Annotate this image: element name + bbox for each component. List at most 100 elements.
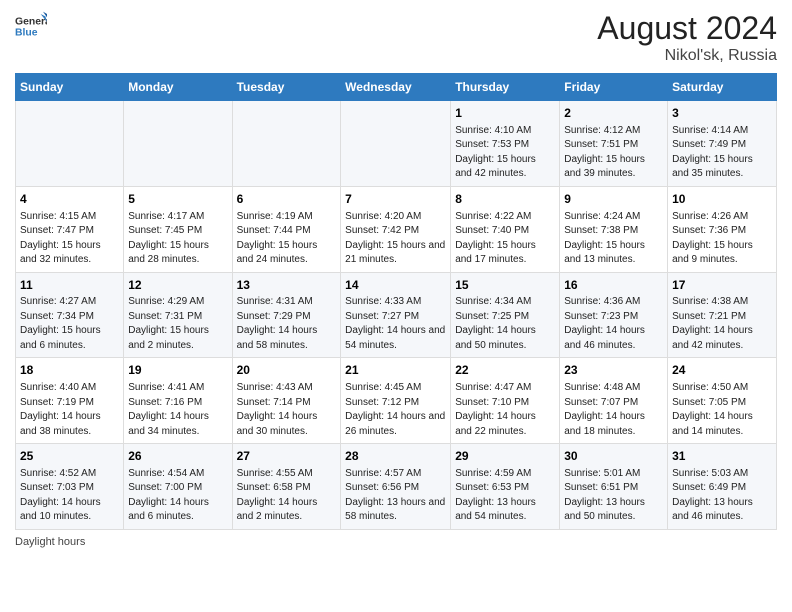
day-number: 12: [128, 277, 227, 294]
day-cell: 15Sunrise: 4:34 AM Sunset: 7:25 PM Dayli…: [451, 272, 560, 358]
day-info: Sunrise: 4:10 AM Sunset: 7:53 PM Dayligh…: [455, 124, 555, 182]
day-info: Sunrise: 4:36 AM Sunset: 7:23 PM Dayligh…: [564, 295, 663, 353]
day-cell: 31Sunrise: 5:03 AM Sunset: 6:49 PM Dayli…: [668, 444, 777, 530]
day-cell: 8 Sunrise: 4:22 AM Sunset: 7:40 PM Daylig…: [451, 186, 560, 272]
day-number: 15: [455, 277, 555, 294]
calendar-table: SundayMondayTuesdayWednesdayThursdayFrid…: [15, 73, 777, 530]
day-info: Sunrise: 4:40 AM Sunset: 7:19 PM Dayligh…: [20, 381, 119, 439]
day-cell: 24 Sunrise: 4:50 AM Sunset: 7:05 PM Dayli…: [668, 358, 777, 444]
day-number: 3: [672, 105, 772, 122]
day-cell: 23 Sunrise: 4:48 AM Sunset: 7:07 PM Dayli…: [560, 358, 668, 444]
day-number: 5: [128, 191, 227, 208]
day-number: 21: [345, 362, 446, 379]
header-day-thursday: Thursday: [451, 74, 560, 101]
day-cell: 5 Sunrise: 4:17 AM Sunset: 7:45 PM Daylig…: [124, 186, 232, 272]
day-number: 16: [564, 277, 663, 294]
day-number: 27: [237, 448, 337, 465]
header-row: SundayMondayTuesdayWednesdayThursdayFrid…: [16, 74, 777, 101]
day-cell: 2Sunrise: 4:12 AM Sunset: 7:51 PM Daylig…: [560, 101, 668, 187]
header-day-sunday: Sunday: [16, 74, 124, 101]
day-info: Sunrise: 4:19 AM Sunset: 7:44 PM Dayligh…: [237, 210, 337, 268]
day-info: Sunrise: 4:48 AM Sunset: 7:07 PM Dayligh…: [564, 381, 663, 439]
day-number: 8: [455, 191, 555, 208]
day-info: Sunrise: 4:55 AM Sunset: 6:58 PM Dayligh…: [237, 467, 337, 525]
day-cell: 18 Sunrise: 4:40 AM Sunset: 7:19 PM Dayli…: [16, 358, 124, 444]
day-info: Sunrise: 4:17 AM Sunset: 7:45 PM Dayligh…: [128, 210, 227, 268]
day-cell: 6 Sunrise: 4:19 AM Sunset: 7:44 PM Daylig…: [232, 186, 341, 272]
header-day-tuesday: Tuesday: [232, 74, 341, 101]
day-info: Sunrise: 4:38 AM Sunset: 7:21 PM Dayligh…: [672, 295, 772, 353]
day-number: 24: [672, 362, 772, 379]
day-number: 10: [672, 191, 772, 208]
day-cell: [16, 101, 124, 187]
day-number: 30: [564, 448, 663, 465]
day-cell: 29Sunrise: 4:59 AM Sunset: 6:53 PM Dayli…: [451, 444, 560, 530]
day-number: 29: [455, 448, 555, 465]
svg-text:General: General: [15, 16, 47, 27]
day-cell: 12Sunrise: 4:29 AM Sunset: 7:31 PM Dayli…: [124, 272, 232, 358]
week-row-3: 11Sunrise: 4:27 AM Sunset: 7:34 PM Dayli…: [16, 272, 777, 358]
day-info: Sunrise: 4:24 AM Sunset: 7:38 PM Dayligh…: [564, 210, 663, 268]
day-number: 19: [128, 362, 227, 379]
day-number: 4: [20, 191, 119, 208]
day-number: 7: [345, 191, 446, 208]
header-day-friday: Friday: [560, 74, 668, 101]
day-cell: 27 Sunrise: 4:55 AM Sunset: 6:58 PM Dayli…: [232, 444, 341, 530]
day-info: Sunrise: 4:52 AM Sunset: 7:03 PM Dayligh…: [20, 467, 119, 525]
day-cell: 22 Sunrise: 4:47 AM Sunset: 7:10 PM Dayli…: [451, 358, 560, 444]
week-row-2: 4Sunrise: 4:15 AM Sunset: 7:47 PM Daylig…: [16, 186, 777, 272]
day-number: 28: [345, 448, 446, 465]
day-info: Sunrise: 4:29 AM Sunset: 7:31 PM Dayligh…: [128, 295, 227, 353]
calendar-header: SundayMondayTuesdayWednesdayThursdayFrid…: [16, 74, 777, 101]
header-day-monday: Monday: [124, 74, 232, 101]
day-info: Sunrise: 4:41 AM Sunset: 7:16 PM Dayligh…: [128, 381, 227, 439]
footer: Daylight hours: [15, 536, 777, 548]
logo: General Blue: [15, 10, 47, 42]
week-row-4: 18 Sunrise: 4:40 AM Sunset: 7:19 PM Dayli…: [16, 358, 777, 444]
day-number: 14: [345, 277, 446, 294]
day-info: Sunrise: 4:27 AM Sunset: 7:34 PM Dayligh…: [20, 295, 119, 353]
day-number: 13: [237, 277, 337, 294]
day-info: Sunrise: 4:47 AM Sunset: 7:10 PM Dayligh…: [455, 381, 555, 439]
day-cell: [341, 101, 451, 187]
calendar-body: 1 Sunrise: 4:10 AM Sunset: 7:53 PM Daylig…: [16, 101, 777, 530]
day-info: Sunrise: 5:03 AM Sunset: 6:49 PM Dayligh…: [672, 467, 772, 525]
day-cell: 4Sunrise: 4:15 AM Sunset: 7:47 PM Daylig…: [16, 186, 124, 272]
day-cell: 28 Sunrise: 4:57 AM Sunset: 6:56 PM Dayli…: [341, 444, 451, 530]
day-cell: [124, 101, 232, 187]
day-number: 23: [564, 362, 663, 379]
day-number: 11: [20, 277, 119, 294]
day-info: Sunrise: 4:57 AM Sunset: 6:56 PM Dayligh…: [345, 467, 446, 525]
location: Nikol'sk, Russia: [597, 47, 777, 65]
day-cell: 10Sunrise: 4:26 AM Sunset: 7:36 PM Dayli…: [668, 186, 777, 272]
day-info: Sunrise: 4:22 AM Sunset: 7:40 PM Dayligh…: [455, 210, 555, 268]
day-cell: 1 Sunrise: 4:10 AM Sunset: 7:53 PM Daylig…: [451, 101, 560, 187]
day-info: Sunrise: 4:50 AM Sunset: 7:05 PM Dayligh…: [672, 381, 772, 439]
day-number: 20: [237, 362, 337, 379]
logo-icon: General Blue: [15, 10, 47, 42]
day-info: Sunrise: 4:54 AM Sunset: 7:00 PM Dayligh…: [128, 467, 227, 525]
day-info: Sunrise: 4:33 AM Sunset: 7:27 PM Dayligh…: [345, 295, 446, 353]
day-number: 9: [564, 191, 663, 208]
svg-text:Blue: Blue: [15, 28, 38, 39]
day-info: Sunrise: 4:45 AM Sunset: 7:12 PM Dayligh…: [345, 381, 446, 439]
day-info: Sunrise: 4:20 AM Sunset: 7:42 PM Dayligh…: [345, 210, 446, 268]
day-cell: 9 Sunrise: 4:24 AM Sunset: 7:38 PM Daylig…: [560, 186, 668, 272]
page: General Blue August 2024 Nikol'sk, Russi…: [0, 0, 792, 612]
day-number: 2: [564, 105, 663, 122]
day-number: 1: [455, 105, 555, 122]
day-cell: [232, 101, 341, 187]
day-cell: 3Sunrise: 4:14 AM Sunset: 7:49 PM Daylig…: [668, 101, 777, 187]
day-cell: 20Sunrise: 4:43 AM Sunset: 7:14 PM Dayli…: [232, 358, 341, 444]
day-number: 22: [455, 362, 555, 379]
title-block: August 2024 Nikol'sk, Russia: [597, 10, 777, 65]
day-cell: 16Sunrise: 4:36 AM Sunset: 7:23 PM Dayli…: [560, 272, 668, 358]
day-cell: 17Sunrise: 4:38 AM Sunset: 7:21 PM Dayli…: [668, 272, 777, 358]
daylight-label: Daylight hours: [15, 536, 85, 548]
day-info: Sunrise: 4:31 AM Sunset: 7:29 PM Dayligh…: [237, 295, 337, 353]
day-cell: 11Sunrise: 4:27 AM Sunset: 7:34 PM Dayli…: [16, 272, 124, 358]
week-row-5: 25Sunrise: 4:52 AM Sunset: 7:03 PM Dayli…: [16, 444, 777, 530]
day-number: 6: [237, 191, 337, 208]
day-number: 18: [20, 362, 119, 379]
day-cell: 26Sunrise: 4:54 AM Sunset: 7:00 PM Dayli…: [124, 444, 232, 530]
